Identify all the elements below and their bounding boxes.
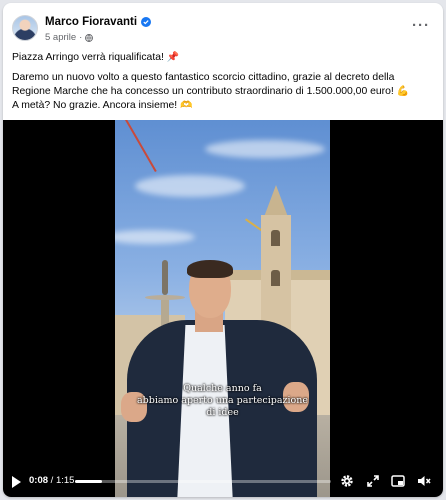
picture-in-picture-icon[interactable] [390,473,406,489]
subtitle-line-2: abbiamo aperto una partecipazione [137,395,308,406]
cloud [135,175,245,197]
post-card: Marco Fioravanti 5 aprile · ··· Piazza A… [3,3,443,497]
post-text-2: Daremo un nuovo volto a questo fantastic… [12,72,395,97]
current-time: 0:08 [29,475,49,486]
heart-hands-emoji: 🫶 [180,100,193,111]
progress-bar[interactable] [75,480,331,483]
video-frame[interactable]: Qualche anno fa abbiamo aperto una parte… [115,120,330,497]
globe-icon [85,33,94,42]
post-text-line-2: Daremo un nuovo volto a questo fantastic… [12,71,433,99]
post-text-line-1: Piazza Arringo verrà riqualificata! 📌 [12,51,433,65]
author-row: Marco Fioravanti [45,16,152,28]
video-player[interactable]: Qualche anno fa abbiamo aperto una parte… [3,120,443,497]
pushpin-emoji: 📌 [166,52,180,63]
duration: 1:15 [55,475,75,486]
volume-icon[interactable] [416,473,432,489]
post-text-line-3: A metà? No grazie. Ancora insieme! 🫶 [12,99,433,113]
speaker-hair [187,260,233,278]
video-time: 0:08 / 1:15 [29,475,74,486]
tower-window [271,230,280,246]
post-date[interactable]: 5 aprile [45,32,76,43]
post-header: Marco Fioravanti 5 aprile · ··· [12,15,434,49]
gear-icon[interactable] [339,473,355,489]
more-options-button[interactable]: ··· [412,17,430,34]
expand-icon[interactable] [365,473,381,489]
post-text-3: A metà? No grazie. Ancora insieme! [12,100,178,111]
tower-window [271,270,280,286]
author-avatar[interactable] [12,15,38,41]
cloud [205,140,325,158]
post-text-1: Piazza Arringo verrà riqualificata! [12,52,164,63]
post-meta: 5 aprile · [45,32,94,43]
video-controls: 0:08 / 1:15 [3,467,443,497]
tower-spire [264,185,288,217]
progress-fill [75,480,103,483]
flexed-biceps-emoji: 💪 [396,86,410,97]
subtitle-line-1: Qualche anno fa [183,383,262,394]
subtitle-line-3: di idee [206,407,239,418]
fountain-statue [162,260,168,295]
author-name[interactable]: Marco Fioravanti [45,16,137,28]
verified-badge-icon [141,17,152,27]
meta-separator: · [79,32,83,43]
play-icon[interactable] [12,476,21,488]
